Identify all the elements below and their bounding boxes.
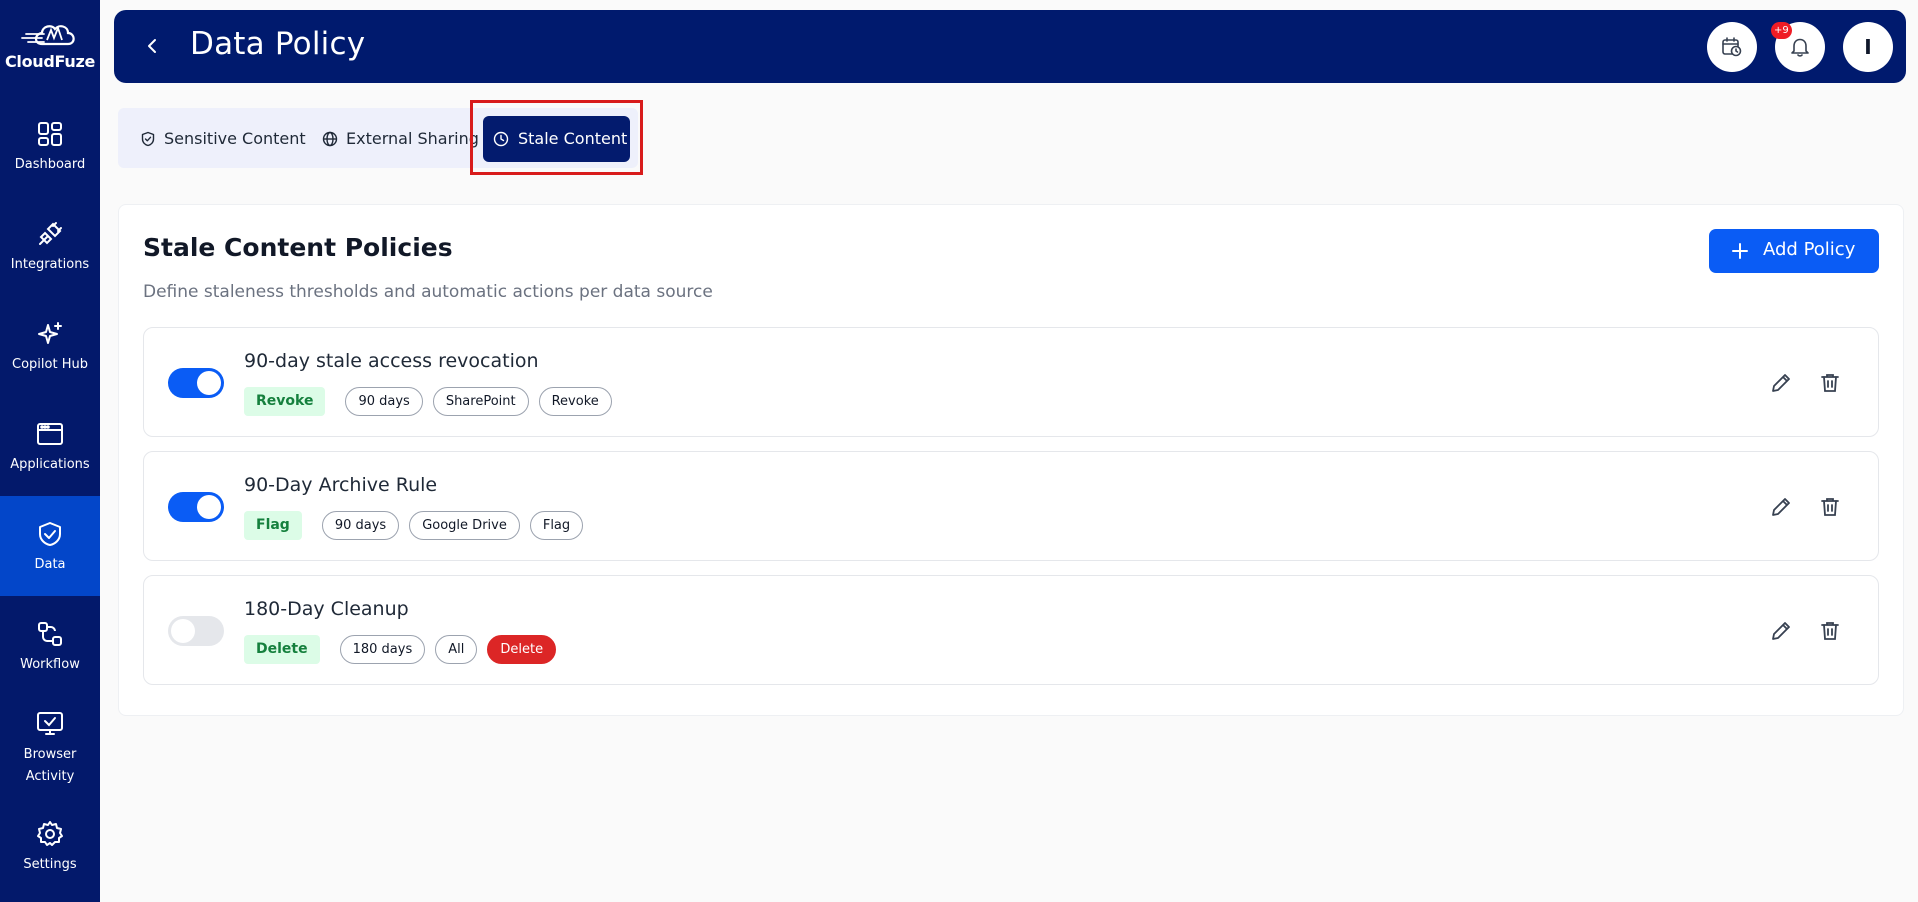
globe-icon	[322, 131, 338, 147]
section-title: Stale Content Policies	[143, 233, 453, 262]
policy-tags: Flag 90 days Google Drive Flag	[244, 510, 593, 540]
source-chip: SharePoint	[432, 386, 529, 416]
sidebar-item-data[interactable]: Data	[0, 496, 100, 596]
sidebar: CloudFuze Dashboard Integrations Copilot…	[0, 0, 100, 902]
sidebar-item-label: Applications	[10, 457, 90, 472]
pencil-icon[interactable]	[1769, 371, 1793, 395]
cloudfuze-logo-icon	[21, 25, 75, 46]
top-header: Data Policy +9 I	[114, 10, 1906, 83]
shield-check-icon	[141, 131, 155, 147]
browser-window-icon	[37, 423, 63, 445]
plug-icon	[39, 222, 62, 245]
notification-badge: +9	[1771, 22, 1792, 39]
sidebar-item-label: Browser Activity	[23, 747, 77, 784]
policy-name: 90-Day Archive Rule	[244, 474, 438, 496]
policy-action-badge: Revoke	[244, 386, 326, 416]
gear-icon	[37, 821, 63, 846]
sparkle-icon	[38, 322, 62, 344]
policy-row: 90-Day Archive Rule Flag 90 days Google …	[143, 451, 1879, 561]
policy-enabled-toggle[interactable]	[168, 368, 224, 398]
sidebar-item-label: Copilot Hub	[12, 357, 88, 372]
sidebar-item-label: Dashboard	[14, 157, 86, 172]
add-policy-label: Add Policy	[1763, 239, 1856, 260]
sidebar-item-label: Settings	[23, 857, 77, 872]
threshold-chip: 90 days	[321, 510, 400, 540]
policy-row: 180-Day Cleanup Delete 180 days All Dele…	[143, 575, 1879, 685]
sidebar-item-label: Data	[34, 557, 66, 572]
sidebar-item-label: Workflow	[20, 657, 80, 672]
dashboard-icon	[38, 122, 62, 146]
policy-tags: Revoke 90 days SharePoint Revoke	[244, 386, 622, 416]
source-chip: All	[435, 634, 478, 664]
trash-icon[interactable]	[1818, 371, 1842, 395]
active-tab-highlight	[470, 100, 643, 175]
calendar-schedule-button[interactable]	[1707, 22, 1757, 72]
sidebar-item-settings[interactable]: Settings	[0, 820, 100, 902]
tab-external-sharing[interactable]: External Sharing	[322, 116, 482, 162]
action-chip: Delete	[487, 634, 557, 664]
pencil-icon[interactable]	[1769, 619, 1793, 643]
stale-content-policies-card: Stale Content Policies Define staleness …	[118, 204, 1904, 716]
tab-label: External Sharing	[346, 129, 479, 148]
sidebar-item-integrations[interactable]: Integrations	[0, 220, 100, 320]
brand-name: CloudFuze	[4, 52, 96, 71]
plus-icon	[1732, 243, 1748, 259]
policy-name: 90-day stale access revocation	[244, 350, 539, 372]
policy-enabled-toggle[interactable]	[168, 616, 224, 646]
threshold-chip: 180 days	[339, 634, 426, 664]
calendar-clock-icon	[1722, 37, 1742, 57]
threshold-chip: 90 days	[345, 386, 423, 416]
sidebar-item-label: Integrations	[10, 257, 90, 272]
sidebar-item-dashboard[interactable]: Dashboard	[0, 120, 100, 220]
trash-icon[interactable]	[1818, 495, 1842, 519]
workflow-icon	[38, 622, 62, 646]
brand-logo[interactable]: CloudFuze	[0, 18, 100, 74]
section-subtitle: Define staleness thresholds and automati…	[143, 282, 713, 302]
policy-action-badge: Flag	[244, 510, 302, 540]
add-policy-button[interactable]: Add Policy	[1709, 229, 1879, 273]
user-avatar-button[interactable]: I	[1843, 22, 1893, 72]
sidebar-item-copilot-hub[interactable]: Copilot Hub	[0, 320, 100, 420]
pencil-icon[interactable]	[1769, 495, 1793, 519]
monitor-check-icon	[37, 712, 63, 735]
policy-enabled-toggle[interactable]	[168, 492, 224, 522]
policy-row: 90-day stale access revocation Revoke 90…	[143, 327, 1879, 437]
tab-sensitive-content[interactable]: Sensitive Content	[140, 116, 310, 162]
shield-check-icon	[39, 522, 61, 546]
source-chip: Google Drive	[409, 510, 520, 540]
policy-tags: Delete 180 days All Delete	[244, 634, 566, 664]
page-title: Data Policy	[190, 26, 366, 62]
trash-icon[interactable]	[1818, 619, 1842, 643]
action-chip: Flag	[529, 510, 584, 540]
bell-icon	[1791, 38, 1809, 57]
action-chip: Revoke	[538, 386, 612, 416]
sidebar-item-workflow[interactable]: Workflow	[0, 620, 100, 720]
policy-name: 180-Day Cleanup	[244, 598, 409, 620]
avatar-initial: I	[1864, 35, 1872, 59]
sidebar-item-browser-activity[interactable]: Browser Activity	[0, 710, 100, 810]
policy-action-badge: Delete	[244, 634, 320, 664]
tab-label: Sensitive Content	[164, 129, 306, 148]
chevron-left-icon[interactable]	[140, 34, 164, 58]
